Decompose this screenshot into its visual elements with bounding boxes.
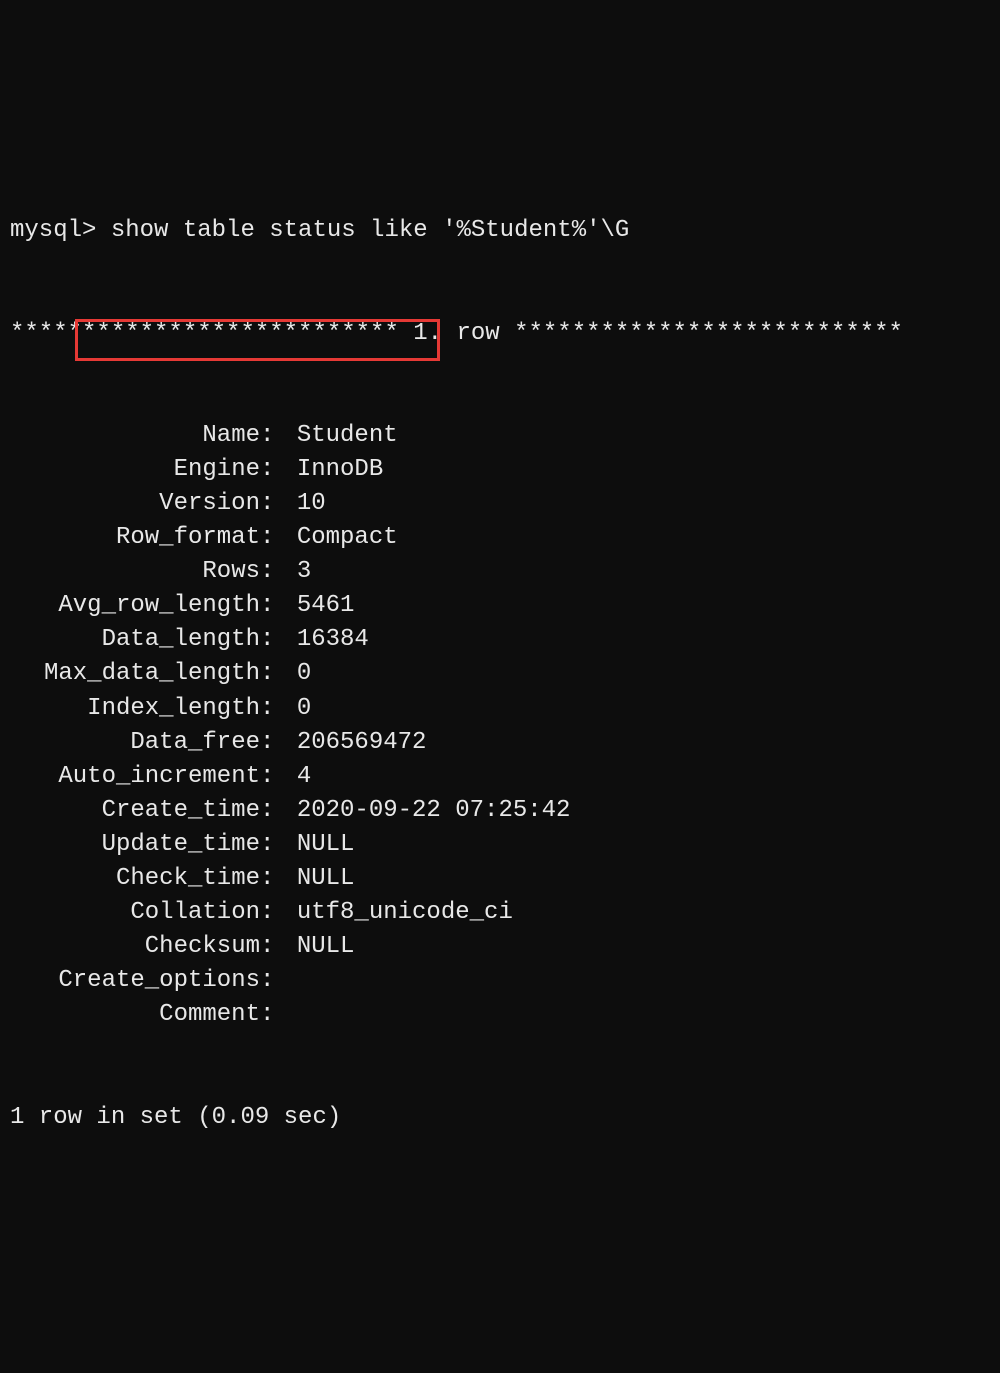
field-separator: : [260, 555, 297, 589]
field-key: Create_options [10, 964, 260, 998]
field-key: Row_format [10, 521, 260, 555]
field-list: Name: StudentEngine: InnoDBVersion: 10Ro… [10, 419, 990, 1032]
field-key: Comment [10, 998, 260, 1032]
field-separator: : [260, 589, 297, 623]
field-key: Name [10, 419, 260, 453]
field-value: 16384 [297, 623, 369, 657]
terminal-output: mysql> show table status like '%Student%… [10, 146, 990, 1202]
field-row: Name: Student [10, 419, 990, 453]
field-row: Engine: InnoDB [10, 453, 990, 487]
field-separator: : [260, 657, 297, 691]
field-key: Index_length [10, 692, 260, 726]
field-row: Version: 10 [10, 487, 990, 521]
field-key: Update_time [10, 828, 260, 862]
field-separator: : [260, 828, 297, 862]
field-value: NULL [297, 828, 355, 862]
field-value: Student [297, 419, 398, 453]
field-value: Compact [297, 521, 398, 555]
field-value: 4 [297, 760, 311, 794]
field-separator: : [260, 623, 297, 657]
field-value: NULL [297, 862, 355, 896]
field-value: 3 [297, 555, 311, 589]
field-value: 206569472 [297, 726, 427, 760]
field-separator: : [260, 862, 297, 896]
field-row: Index_length: 0 [10, 692, 990, 726]
field-key: Checksum [10, 930, 260, 964]
field-separator: : [260, 930, 297, 964]
field-key: Version [10, 487, 260, 521]
field-row: Create_options: [10, 964, 990, 998]
field-separator: : [260, 692, 297, 726]
field-key: Max_data_length [10, 657, 260, 691]
field-key: Data_free [10, 726, 260, 760]
field-key: Data_length [10, 623, 260, 657]
field-separator: : [260, 726, 297, 760]
field-row: Checksum: NULL [10, 930, 990, 964]
field-separator: : [260, 760, 297, 794]
mysql-prompt-line: mysql> show table status like '%Student%… [10, 214, 990, 248]
row-separator: *************************** 1. row *****… [10, 317, 990, 351]
field-value: InnoDB [297, 453, 383, 487]
field-key: Engine [10, 453, 260, 487]
field-row: Avg_row_length: 5461 [10, 589, 990, 623]
field-row: Update_time: NULL [10, 828, 990, 862]
field-value: NULL [297, 930, 355, 964]
field-value: 0 [297, 657, 311, 691]
field-key: Create_time [10, 794, 260, 828]
field-value: utf8_unicode_ci [297, 896, 513, 930]
result-footer: 1 row in set (0.09 sec) [10, 1101, 990, 1135]
field-separator: : [260, 521, 297, 555]
field-separator: : [260, 794, 297, 828]
field-key: Check_time [10, 862, 260, 896]
field-key: Rows [10, 555, 260, 589]
field-row: Comment: [10, 998, 990, 1032]
field-row: Data_free: 206569472 [10, 726, 990, 760]
field-value: 5461 [297, 589, 355, 623]
field-separator: : [260, 453, 297, 487]
field-separator: : [260, 998, 297, 1032]
field-row: Rows: 3 [10, 555, 990, 589]
field-value: 10 [297, 487, 326, 521]
field-key: Collation [10, 896, 260, 930]
field-row: Check_time: NULL [10, 862, 990, 896]
field-separator: : [260, 896, 297, 930]
field-key: Avg_row_length [10, 589, 260, 623]
field-key: Auto_increment [10, 760, 260, 794]
field-row: Collation: utf8_unicode_ci [10, 896, 990, 930]
field-separator: : [260, 487, 297, 521]
field-row: Max_data_length: 0 [10, 657, 990, 691]
field-row: Row_format: Compact [10, 521, 990, 555]
field-row: Create_time: 2020-09-22 07:25:42 [10, 794, 990, 828]
field-row: Data_length: 16384 [10, 623, 990, 657]
field-separator: : [260, 419, 297, 453]
field-value: 2020-09-22 07:25:42 [297, 794, 571, 828]
field-row: Auto_increment: 4 [10, 760, 990, 794]
field-separator: : [260, 964, 297, 998]
field-value: 0 [297, 692, 311, 726]
